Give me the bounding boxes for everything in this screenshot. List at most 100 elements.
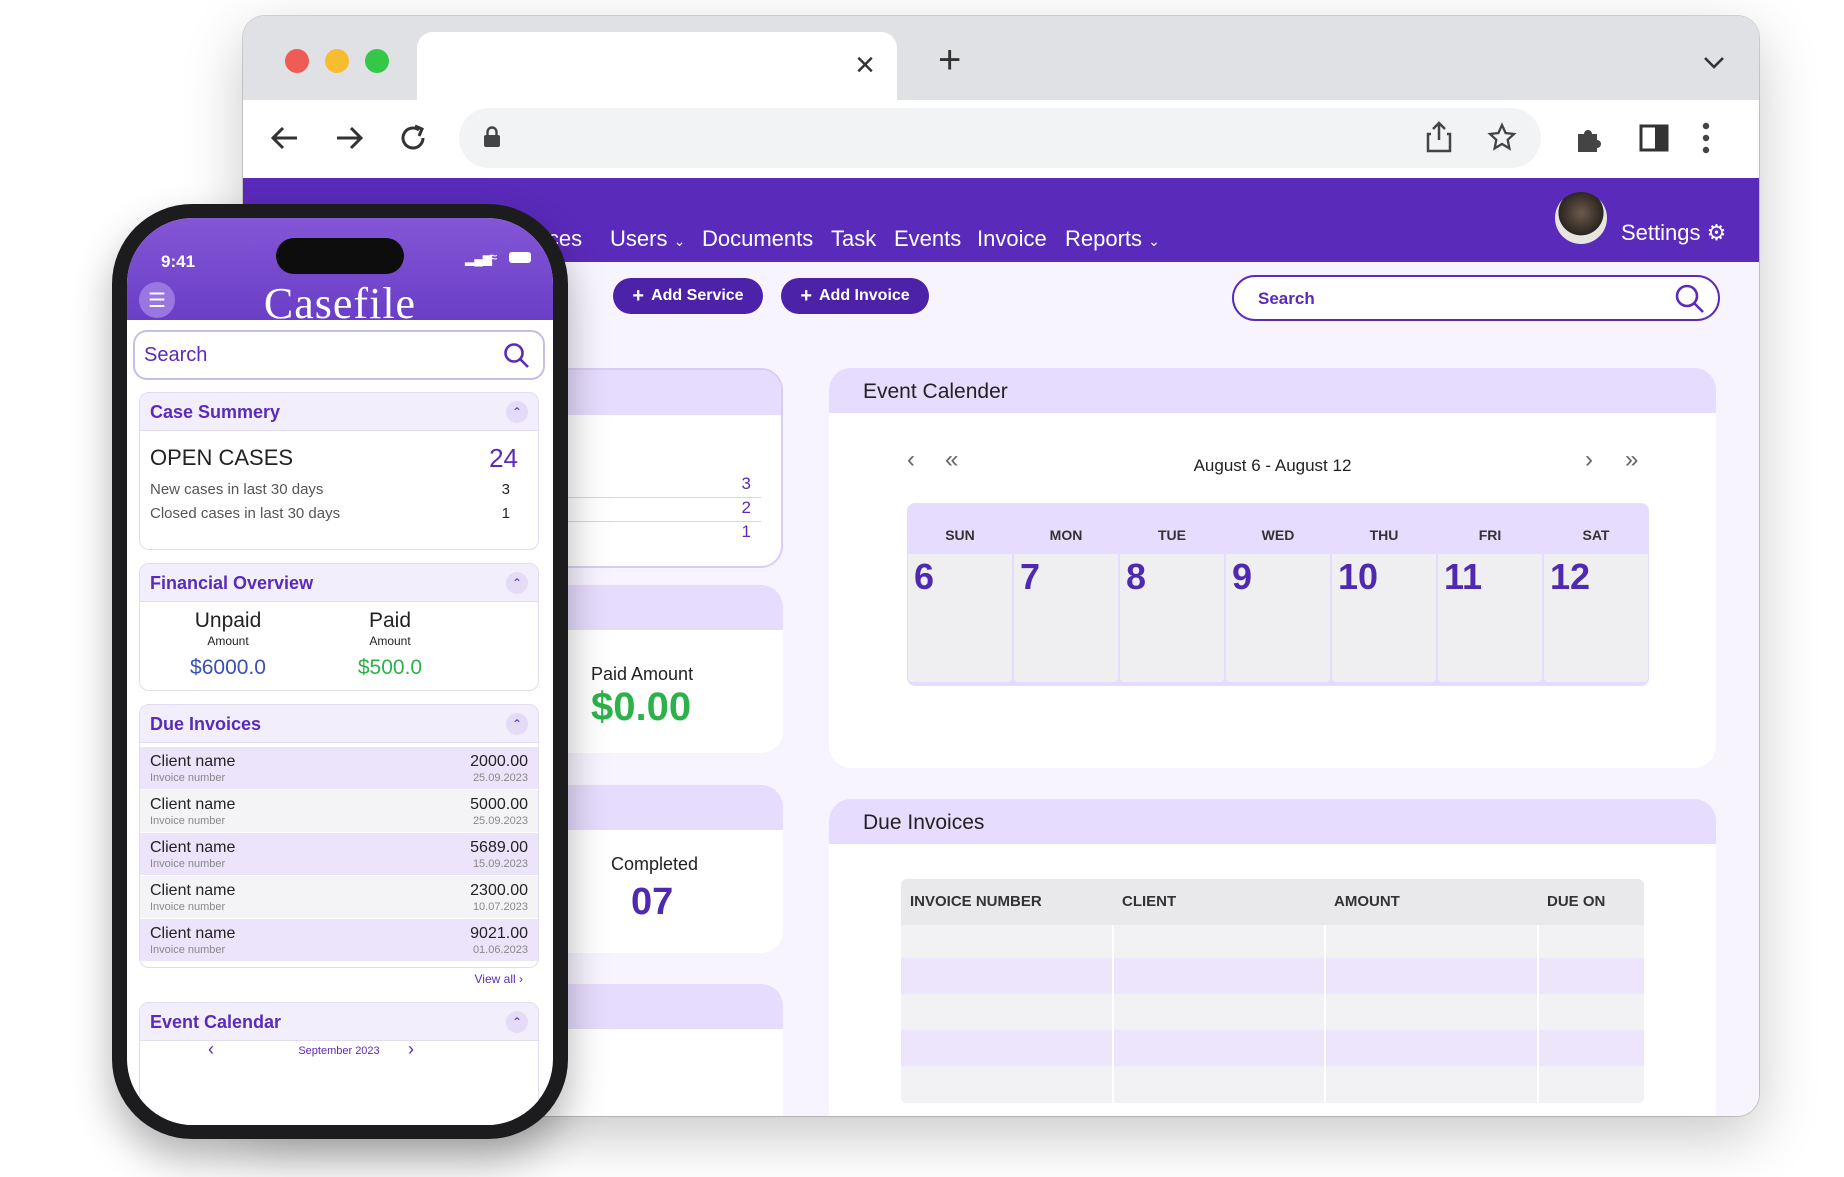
due-invoices-title: Due Invoices — [150, 714, 262, 734]
client-name: Client name — [150, 796, 236, 813]
financial-overview-title: Financial Overview — [150, 573, 314, 593]
column-header[interactable]: DUE ON — [1547, 893, 1605, 910]
card-header[interactable]: Financial Overview ⌃ — [140, 564, 538, 602]
nav-users-label: Users — [610, 226, 668, 251]
invoice-date: 10.07.2023 — [472, 901, 528, 913]
casefile-logo: Casefile — [263, 279, 417, 328]
search-input[interactable]: Search — [1232, 275, 1720, 321]
invoice-row[interactable]: Client name Invoice number 5000.00 25.09… — [140, 790, 538, 832]
invoice-row[interactable]: Client name Invoice number 2000.00 25.09… — [140, 747, 538, 789]
reload-icon[interactable] — [397, 122, 429, 154]
day-of-week-label: FRI — [1478, 527, 1502, 543]
calendar-day-cell[interactable]: 6 — [908, 554, 1012, 682]
open-cases-label: OPEN CASES — [150, 445, 294, 470]
table-row[interactable] — [901, 925, 1644, 958]
day-of-week-label: SAT — [1582, 527, 1610, 543]
star-icon[interactable] — [1487, 122, 1517, 152]
table-row[interactable] — [901, 1030, 1644, 1066]
due-invoices-title: Due Invoices — [863, 811, 985, 834]
calendar-month: September 2023 — [298, 1045, 380, 1057]
plus-icon: + — [800, 284, 812, 307]
calendar-day-cell[interactable]: 9 — [1226, 554, 1330, 682]
table-row[interactable] — [901, 1066, 1644, 1103]
tab-list-chevron-icon[interactable] — [1703, 56, 1725, 70]
card-header[interactable]: Event Calendar ⌃ — [140, 1003, 538, 1041]
forward-icon[interactable] — [333, 122, 365, 154]
sidepanel-icon[interactable] — [1639, 124, 1669, 152]
invoice-date: 01.06.2023 — [472, 944, 528, 956]
settings-link[interactable]: Settings ⚙ — [1621, 220, 1726, 246]
invoice-row[interactable]: Client name Invoice number 5689.00 15.09… — [140, 833, 538, 875]
search-icon[interactable] — [503, 342, 531, 370]
table-row[interactable] — [901, 994, 1644, 1030]
calendar-range: August 6 - August 12 — [1193, 456, 1352, 475]
minimize-window-button[interactable] — [325, 49, 349, 73]
table-row[interactable] — [901, 958, 1644, 994]
next-week-icon[interactable]: › — [1585, 446, 1593, 474]
column-header[interactable]: INVOICE NUMBER — [910, 893, 1042, 910]
search-icon[interactable] — [1674, 283, 1706, 315]
collapse-chevron-icon[interactable]: ⌃ — [506, 401, 528, 423]
plus-icon: + — [632, 284, 645, 307]
dynamic-island — [276, 238, 404, 274]
back-icon[interactable] — [269, 122, 301, 154]
close-window-button[interactable] — [285, 49, 309, 73]
column-divider — [1112, 925, 1114, 1103]
calendar-day-cell[interactable]: 8 — [1120, 554, 1224, 682]
collapse-chevron-icon[interactable]: ⌃ — [506, 572, 528, 594]
column-header[interactable]: CLIENT — [1122, 893, 1176, 910]
settings-label: Settings — [1621, 220, 1701, 245]
client-name: Client name — [150, 882, 236, 899]
share-icon[interactable] — [1425, 120, 1453, 154]
column-header[interactable]: AMOUNT — [1334, 893, 1400, 910]
avatar[interactable] — [1555, 192, 1607, 244]
new-cases-value: 3 — [501, 481, 510, 498]
card-header[interactable]: Case Summery ⌃ — [140, 393, 538, 431]
nav-task[interactable]: Task — [831, 226, 876, 252]
calendar-day-cell[interactable]: 11 — [1438, 554, 1542, 682]
new-tab-icon[interactable]: + — [938, 38, 961, 83]
nav-users[interactable]: Users ⌄ — [610, 226, 685, 252]
event-calendar-title: Event Calendar — [150, 1012, 282, 1032]
calendar-day-cell[interactable]: 10 — [1332, 554, 1436, 682]
invoice-row[interactable]: Client name Invoice number 2300.00 10.07… — [140, 876, 538, 918]
collapse-chevron-icon[interactable]: ⌃ — [506, 713, 528, 735]
invoice-date: 15.09.2023 — [472, 858, 528, 870]
summary-value: 3 — [741, 474, 751, 493]
nav-documents[interactable]: Documents — [702, 226, 813, 252]
nav-invoice[interactable]: Invoice — [977, 226, 1047, 252]
invoice-row[interactable]: Client name Invoice number 9021.00 01.06… — [140, 919, 538, 961]
tab-strip: × + — [243, 16, 1759, 102]
paid-value: $500.0 — [357, 656, 423, 679]
client-name: Client name — [150, 925, 236, 942]
closed-cases-value: 1 — [501, 505, 510, 522]
phone-header: 9:41 ▂▄▆ ≈ ☰ Casefile — [127, 218, 553, 328]
card-header[interactable]: Due Invoices ⌃ — [140, 705, 538, 743]
add-service-button[interactable]: + Add Service — [613, 278, 763, 314]
menu-icon[interactable] — [1701, 122, 1711, 154]
paid-amount-value: $0.00 — [591, 685, 692, 729]
new-cases-label: New cases in last 30 days — [150, 481, 324, 498]
extensions-icon[interactable] — [1573, 122, 1607, 156]
calendar-day-cell[interactable]: 12 — [1544, 554, 1648, 682]
add-invoice-button[interactable]: + Add Invoice — [781, 278, 929, 314]
browser-tab[interactable]: × — [417, 32, 897, 102]
completed-label: Completed — [611, 854, 699, 874]
case-summary-title: Case Summery — [150, 402, 281, 422]
next-month-icon[interactable]: › — [408, 1039, 414, 1060]
invoice-number: Invoice number — [150, 815, 226, 827]
phone-search-input[interactable]: Search — [133, 330, 545, 380]
calendar-day-cell[interactable]: 7 — [1014, 554, 1118, 682]
open-cases-value: 24 — [489, 443, 518, 473]
event-calendar-card: Event Calendar ⌃ ‹ September 2023 › — [139, 1002, 539, 1125]
view-all-link[interactable]: View all › — [475, 972, 523, 986]
address-bar[interactable] — [459, 108, 1541, 168]
nav-events[interactable]: Events — [894, 226, 961, 252]
maximize-window-button[interactable] — [365, 49, 389, 73]
nav-reports[interactable]: Reports ⌄ — [1065, 226, 1160, 252]
collapse-chevron-icon[interactable]: ⌃ — [506, 1011, 528, 1033]
tab-close-icon[interactable]: × — [855, 46, 875, 85]
next-month-icon[interactable]: » — [1625, 446, 1638, 474]
invoice-number: Invoice number — [150, 901, 226, 913]
invoice-date: 25.09.2023 — [472, 815, 528, 827]
